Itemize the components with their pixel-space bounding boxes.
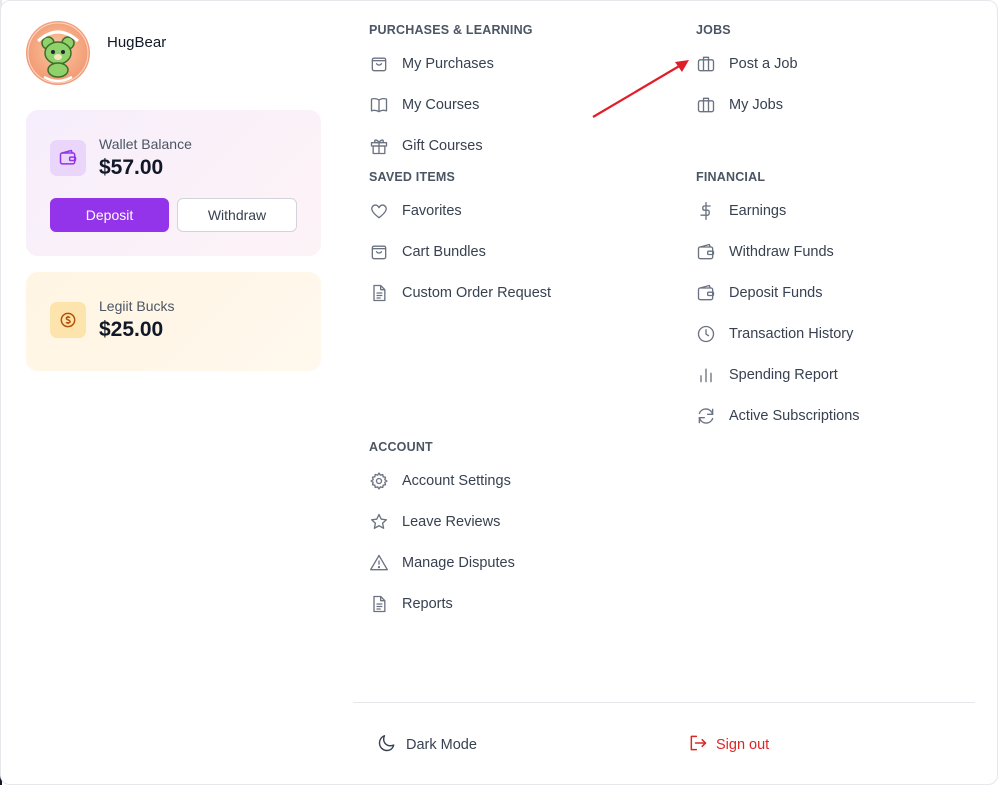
menu-item-active-subscriptions[interactable]: Active Subscriptions [696, 395, 860, 436]
annotation-arrow-icon [592, 60, 689, 118]
menu-item-label: Spending Report [729, 366, 838, 383]
section-title: FINANCIAL [696, 170, 766, 184]
gift-icon [369, 136, 389, 156]
shopping-bag-icon [369, 242, 389, 262]
menu-item-label: Account Settings [402, 472, 511, 489]
menu-item-label: Reports [402, 595, 453, 612]
coin-icon [50, 302, 86, 338]
financial-section: FINANCIAL Earnings Withdraw Funds Deposi… [696, 168, 860, 436]
dark-mode-label: Dark Mode [406, 737, 477, 753]
wallet-icon [696, 242, 716, 262]
clock-icon [696, 324, 716, 344]
footer-divider [353, 702, 975, 703]
menu-item-account-settings[interactable]: Account Settings [369, 460, 515, 501]
shopping-bag-icon [369, 54, 389, 74]
menu-item-label: Earnings [729, 202, 787, 219]
menu-item-gift-courses[interactable]: Gift Courses [369, 125, 533, 166]
menu-item-label: Cart Bundles [402, 243, 486, 260]
menu-item-reports[interactable]: Reports [369, 583, 515, 624]
menu-item-label: Deposit Funds [729, 284, 823, 301]
account-dropdown-panel: HugBear Wallet Balance $57.00 Deposit Wi… [0, 0, 998, 785]
book-icon [369, 95, 389, 115]
menu-item-post-a-job[interactable]: Post a Job [696, 43, 798, 84]
moon-icon [377, 733, 397, 758]
legiit-bucks-card: Legiit Bucks $25.00 [26, 272, 321, 371]
sign-out-label: Sign out [716, 737, 770, 753]
dollar-icon [696, 201, 716, 221]
bar-chart-icon [696, 365, 716, 385]
wallet-icon [696, 283, 716, 303]
menu-item-manage-disputes[interactable]: Manage Disputes [369, 542, 515, 583]
section-title: PURCHASES & LEARNING [369, 23, 533, 37]
document-icon [369, 594, 389, 614]
legiit-bucks-amount: $25.00 [99, 318, 164, 341]
deposit-button[interactable]: Deposit [50, 198, 169, 232]
menu-item-my-jobs[interactable]: My Jobs [696, 84, 798, 125]
wallet-icon [50, 140, 86, 176]
wallet-balance-amount: $57.00 [99, 156, 164, 179]
briefcase-icon [696, 95, 716, 115]
menu-item-label: Post a Job [729, 55, 798, 72]
menu-item-my-purchases[interactable]: My Purchases [369, 43, 533, 84]
sign-out-button[interactable]: Sign out [688, 733, 769, 757]
menu-item-earnings[interactable]: Earnings [696, 190, 860, 231]
menu-item-label: My Purchases [402, 55, 494, 72]
menu-item-label: My Jobs [729, 96, 783, 113]
heart-icon [369, 201, 389, 221]
warning-icon [369, 553, 389, 573]
document-icon [369, 283, 389, 303]
section-title: SAVED ITEMS [369, 170, 456, 184]
star-icon [369, 512, 389, 532]
gear-icon [369, 471, 389, 491]
account-section: ACCOUNT Account Settings Leave Reviews M… [369, 438, 515, 624]
menu-item-label: Manage Disputes [402, 554, 515, 571]
purchases-learning-section: PURCHASES & LEARNING My Purchases My Cou… [369, 21, 533, 166]
menu-item-custom-order-request[interactable]: Custom Order Request [369, 272, 551, 313]
menu-item-label: Gift Courses [402, 137, 483, 154]
avatar[interactable] [26, 21, 90, 85]
menu-item-leave-reviews[interactable]: Leave Reviews [369, 501, 515, 542]
wallet-balance-card: Wallet Balance $57.00 Deposit Withdraw [26, 110, 321, 256]
menu-item-deposit-funds[interactable]: Deposit Funds [696, 272, 860, 313]
menu-item-favorites[interactable]: Favorites [369, 190, 551, 231]
withdraw-button[interactable]: Withdraw [177, 198, 297, 232]
wallet-balance-label: Wallet Balance [99, 136, 192, 152]
jobs-section: JOBS Post a Job My Jobs [696, 21, 798, 125]
menu-item-spending-report[interactable]: Spending Report [696, 354, 860, 395]
username: HugBear [107, 34, 167, 51]
menu-item-my-courses[interactable]: My Courses [369, 84, 533, 125]
menu-item-label: Active Subscriptions [729, 407, 860, 424]
menu-item-transaction-history[interactable]: Transaction History [696, 313, 860, 354]
section-title: ACCOUNT [369, 440, 433, 454]
saved-items-section: SAVED ITEMS Favorites Cart Bundles Custo… [369, 168, 551, 313]
menu-item-label: Transaction History [729, 325, 854, 342]
sign-out-icon [688, 733, 708, 758]
menu-item-label: My Courses [402, 96, 480, 113]
menu-item-label: Leave Reviews [402, 513, 501, 530]
menu-item-withdraw-funds[interactable]: Withdraw Funds [696, 231, 860, 272]
menu-item-label: Custom Order Request [402, 284, 552, 301]
refresh-icon [696, 406, 716, 426]
section-title: JOBS [696, 23, 731, 37]
briefcase-icon [696, 54, 716, 74]
menu-item-label: Favorites [402, 202, 462, 219]
dark-mode-toggle[interactable]: Dark Mode [377, 733, 477, 757]
legiit-bucks-label: Legiit Bucks [99, 298, 175, 314]
menu-item-label: Withdraw Funds [729, 243, 834, 260]
bear-logo-icon [27, 22, 89, 84]
menu-item-cart-bundles[interactable]: Cart Bundles [369, 231, 551, 272]
